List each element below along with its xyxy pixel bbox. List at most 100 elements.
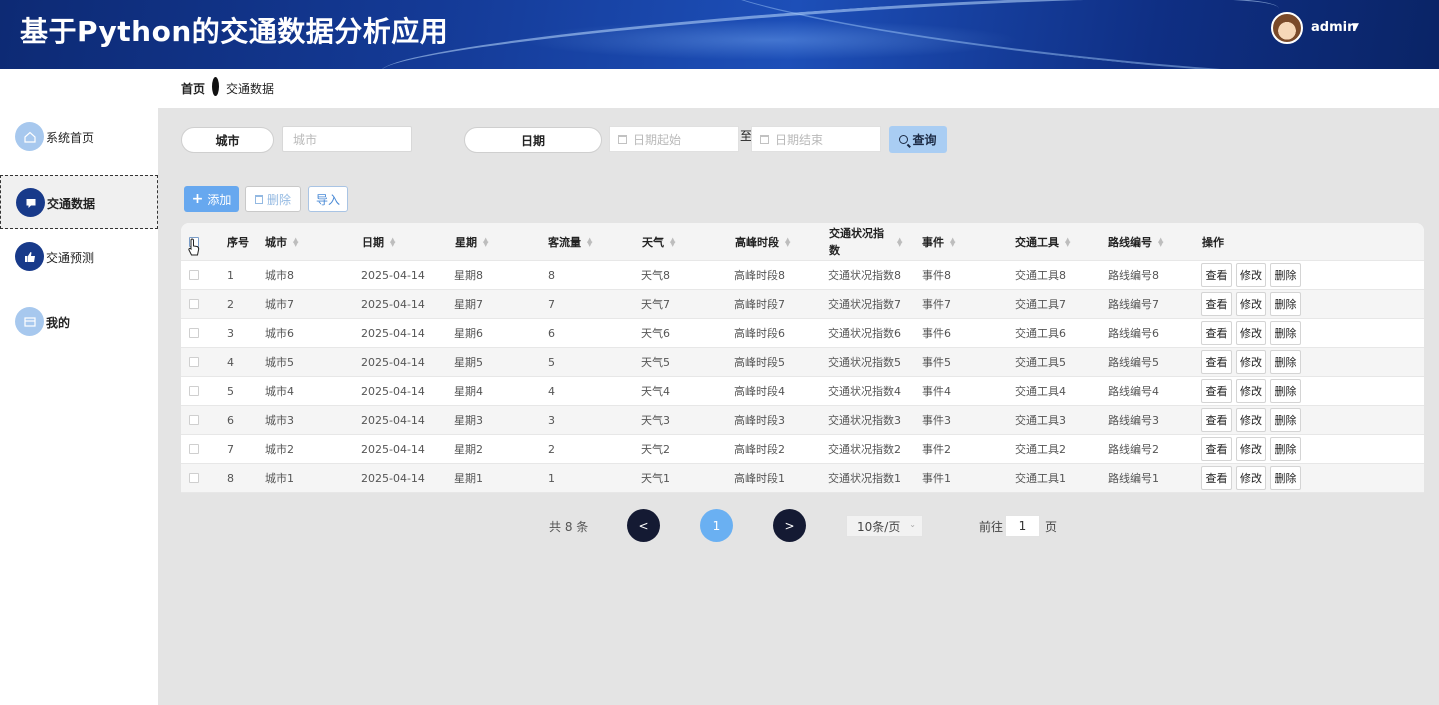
- edit-row-button[interactable]: 修改: [1236, 408, 1266, 432]
- cell-route: 路线编号8: [1108, 269, 1159, 282]
- cell-flow: 6: [548, 326, 555, 340]
- date-end-input[interactable]: 日期结束: [751, 126, 881, 152]
- sort-icon[interactable]: ▲ ▼: [670, 236, 675, 247]
- header-route[interactable]: 路线编号 ▲ ▼: [1108, 223, 1163, 260]
- view-row-button[interactable]: 查看: [1201, 263, 1232, 287]
- cell-city: 城市3: [265, 414, 294, 427]
- cell-peak: 高峰时段7: [734, 298, 785, 311]
- edit-row-button[interactable]: 修改: [1236, 292, 1266, 316]
- cell-weekday: 星期6: [454, 327, 483, 340]
- sort-icon[interactable]: ▲ ▼: [390, 236, 395, 247]
- cell-index: 3: [227, 326, 234, 340]
- row-checkbox[interactable]: [189, 464, 199, 492]
- edit-row-button[interactable]: 修改: [1236, 350, 1266, 374]
- edit-row-button[interactable]: 修改: [1236, 379, 1266, 403]
- header-index: 序号: [227, 235, 249, 249]
- delete-row-button[interactable]: 删除: [1270, 466, 1301, 490]
- delete-row-button[interactable]: 删除: [1270, 292, 1301, 316]
- cell-weekday: 星期2: [454, 443, 483, 456]
- view-row-button[interactable]: 查看: [1201, 321, 1232, 345]
- chat-icon: [16, 188, 45, 217]
- view-row-button[interactable]: 查看: [1201, 292, 1232, 316]
- header-weather[interactable]: 天气 ▲ ▼: [642, 223, 675, 260]
- delete-row-button[interactable]: 删除: [1270, 437, 1301, 461]
- delete-row-button[interactable]: 删除: [1270, 408, 1301, 432]
- view-row-button[interactable]: 查看: [1201, 379, 1232, 403]
- row-checkbox[interactable]: [189, 261, 199, 289]
- cell-index: 4: [227, 355, 234, 369]
- breadcrumb-current: 交通数据: [226, 82, 275, 96]
- header-date[interactable]: 日期 ▲ ▼: [362, 223, 395, 260]
- view-row-button[interactable]: 查看: [1201, 437, 1232, 461]
- cell-weather: 天气3: [641, 414, 670, 427]
- header-city[interactable]: 城市 ▲ ▼: [265, 223, 298, 260]
- query-button[interactable]: 查询: [889, 126, 947, 153]
- breadcrumb: 首页 交通数据: [158, 69, 1439, 108]
- row-checkbox[interactable]: [189, 377, 199, 405]
- chevron-down-icon[interactable]: ▼: [1352, 22, 1359, 32]
- sort-icon[interactable]: ▲ ▼: [1158, 236, 1163, 247]
- add-button[interactable]: + 添加: [184, 186, 239, 212]
- delete-row-button[interactable]: 删除: [1270, 379, 1301, 403]
- avatar[interactable]: [1271, 12, 1303, 44]
- view-row-button[interactable]: 查看: [1201, 466, 1232, 490]
- view-row-button[interactable]: 查看: [1201, 408, 1232, 432]
- table-row: 7 城市2 2025-04-14 星期2 2 天气2 高峰时段2 交通状况指数2 事件2 交通工具…: [181, 435, 1424, 464]
- sort-icon[interactable]: ▲ ▼: [950, 236, 955, 247]
- sort-icon[interactable]: ▲ ▼: [1065, 236, 1070, 247]
- chevron-down-icon: ⌄: [909, 520, 916, 529]
- sidebar-item-home[interactable]: 系统首页: [0, 110, 158, 164]
- sidebar-item-traffic-data[interactable]: 交通数据: [0, 175, 158, 229]
- sidebar-item-label: 交通数据: [47, 197, 96, 211]
- cell-tool: 交通工具6: [1015, 327, 1066, 340]
- username[interactable]: admin: [1311, 20, 1356, 35]
- row-checkbox[interactable]: [189, 435, 199, 463]
- edit-row-button[interactable]: 修改: [1236, 263, 1266, 287]
- delete-row-button[interactable]: 删除: [1270, 321, 1301, 345]
- row-checkbox[interactable]: [189, 406, 199, 434]
- sidebar-item-traffic-forecast[interactable]: 交通预测: [0, 230, 158, 284]
- view-row-button[interactable]: 查看: [1201, 350, 1232, 374]
- cell-weather: 天气7: [641, 298, 670, 311]
- sort-icon[interactable]: ▲ ▼: [785, 236, 790, 247]
- edit-row-button[interactable]: 修改: [1236, 466, 1266, 490]
- sort-icon[interactable]: ▲ ▼: [293, 236, 298, 247]
- row-checkbox[interactable]: [189, 348, 199, 376]
- next-page-button[interactable]: >: [773, 509, 806, 542]
- header-flow[interactable]: 客流量 ▲ ▼: [548, 223, 592, 260]
- header-peak[interactable]: 高峰时段 ▲ ▼: [735, 223, 790, 260]
- sort-icon[interactable]: ▲ ▼: [587, 236, 592, 247]
- city-search-input[interactable]: 城市: [282, 126, 412, 152]
- import-button[interactable]: 导入: [308, 186, 348, 212]
- header-status[interactable]: 交通状况指数 ▲ ▼: [829, 223, 902, 260]
- batch-delete-button[interactable]: 删除: [245, 186, 301, 212]
- cell-event: 事件3: [922, 414, 951, 427]
- header-weekday[interactable]: 星期 ▲ ▼: [455, 223, 488, 260]
- header-tool-label: 交通工具: [1015, 235, 1059, 249]
- edit-row-button[interactable]: 修改: [1236, 437, 1266, 461]
- header-event[interactable]: 事件 ▲ ▼: [922, 223, 955, 260]
- goto-page-input[interactable]: 1: [1005, 515, 1040, 537]
- cell-date: 2025-04-14: [361, 268, 425, 282]
- edit-row-button[interactable]: 修改: [1236, 321, 1266, 345]
- page-size-select[interactable]: 10条/页 ⌄: [846, 515, 923, 537]
- sort-icon[interactable]: ▲ ▼: [483, 236, 488, 247]
- row-checkbox[interactable]: [189, 319, 199, 347]
- cell-weather: 天气5: [641, 356, 670, 369]
- delete-row-button[interactable]: 删除: [1270, 263, 1301, 287]
- row-checkbox[interactable]: [189, 290, 199, 318]
- header-tool[interactable]: 交通工具 ▲ ▼: [1015, 223, 1070, 260]
- delete-row-button[interactable]: 删除: [1270, 350, 1301, 374]
- page-number-button[interactable]: 1: [700, 509, 733, 542]
- cell-index: 8: [227, 471, 234, 485]
- breadcrumb-home[interactable]: 首页: [181, 80, 205, 97]
- delete-button-label: 删除: [266, 192, 291, 207]
- cell-flow: 7: [548, 297, 555, 311]
- sidebar-item-mine[interactable]: 我的: [0, 295, 158, 349]
- table-row: 6 城市3 2025-04-14 星期3 3 天气3 高峰时段3 交通状况指数3 事件3 交通工具…: [181, 406, 1424, 435]
- prev-page-button[interactable]: <: [627, 509, 660, 542]
- sort-icon[interactable]: ▲ ▼: [897, 236, 902, 247]
- cell-status: 交通状况指数4: [828, 385, 901, 398]
- header-status-label: 交通状况指数: [829, 225, 891, 259]
- date-start-input[interactable]: 日期起始: [609, 126, 739, 152]
